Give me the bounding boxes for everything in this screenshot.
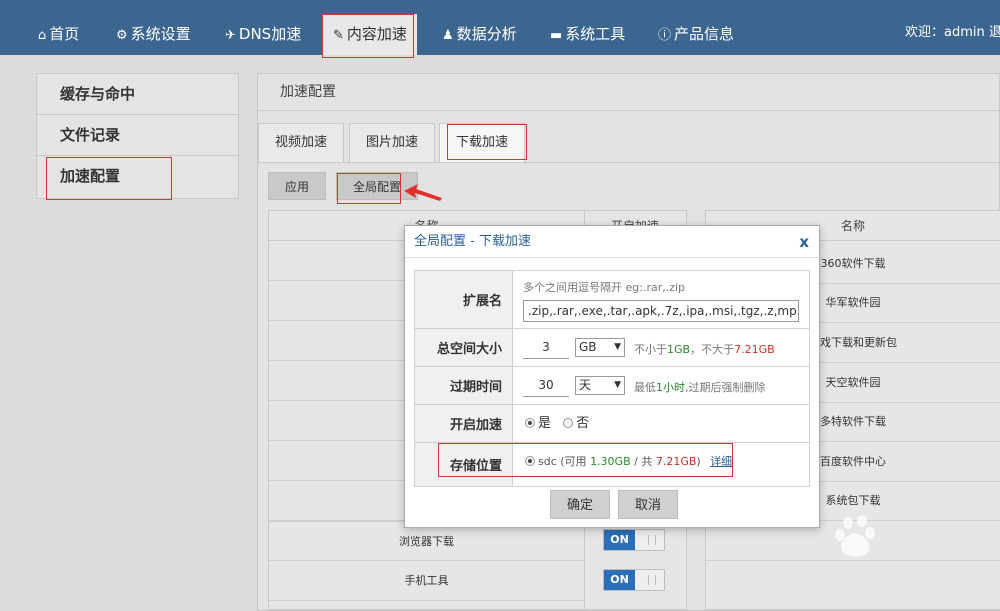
nav-item-product-info[interactable]: ⓘ 产品信息 xyxy=(658,0,734,55)
form-row-expire: 过期时间 30 天 ▼ 最低1小时,过期后强制删除 xyxy=(415,367,809,405)
user-chart-icon: ♟ xyxy=(442,28,454,43)
storage-total-pre: / 共 xyxy=(630,455,656,468)
table-row-phone-tools: 手机工具 xyxy=(269,561,584,601)
sidebar-item-acceleration-config[interactable]: 加速配置 xyxy=(37,156,238,197)
space-label: 总空间大小 xyxy=(415,329,513,366)
enable-yes-label: 是 xyxy=(538,416,552,431)
top-nav: ⌂ 首页 ⚙ 系统设置 ✈ DNS加速 ✎ 内容加速 ♟ 数据分析 ▬ 系统工具 ⓘ 产品信息… xyxy=(0,0,1000,55)
form-row-enable: 开启加速 是 否 xyxy=(415,405,809,443)
nav-item-content-acceleration[interactable]: ✎ 内容加速 xyxy=(323,14,417,55)
storage-avail-pre: (可用 xyxy=(560,455,591,468)
storage-avail: 1.30GB xyxy=(590,455,631,468)
expire-hint-pre: 最低 xyxy=(634,381,656,394)
grip-icon xyxy=(648,535,656,545)
gears-icon: ⚙ xyxy=(116,28,128,43)
space-input[interactable]: 3 xyxy=(523,337,569,359)
expire-unit-select[interactable]: 天 ▼ xyxy=(575,376,625,395)
nav-label: 首页 xyxy=(49,25,80,43)
expire-hint-post: ,过期后强制删除 xyxy=(685,381,766,394)
tab-download[interactable]: 下载加速 xyxy=(439,123,526,162)
toggle-switch[interactable]: ON xyxy=(603,529,665,551)
space-hint-pre: 不小于 xyxy=(634,343,667,356)
extension-input[interactable]: .zip,.rar,.exe,.tar,.apk,.7z,.ipa,.msi,.… xyxy=(523,300,799,322)
global-config-dialog: 全局配置 - 下载加速 x 扩展名 多个之间用逗号隔开 eg:.rar,.zip… xyxy=(404,225,820,528)
enable-no-option[interactable]: 否 xyxy=(563,416,589,431)
config-form: 扩展名 多个之间用逗号隔开 eg:.rar,.zip .zip,.rar,.ex… xyxy=(414,270,810,487)
nav-label: 系统工具 xyxy=(565,25,626,43)
storage-total: 7.21GB xyxy=(655,455,697,468)
nav-item-data-analysis[interactable]: ♟ 数据分析 xyxy=(442,0,517,55)
form-row-extension: 扩展名 多个之间用逗号隔开 eg:.rar,.zip .zip,.rar,.ex… xyxy=(415,271,809,329)
radio-checked-icon xyxy=(525,418,535,428)
form-row-storage: 存储位置 sdc (可用 1.30GB / 共 7.21GB) 详细 xyxy=(415,443,809,486)
space-unit-select[interactable]: GB ▼ xyxy=(575,338,625,357)
toggle-on-label: ON xyxy=(604,570,635,590)
expire-label: 过期时间 xyxy=(415,367,513,404)
storage-label: 存储位置 xyxy=(415,443,513,486)
welcome-text[interactable]: 欢迎：admin 退 xyxy=(905,0,1000,55)
expire-unit-value: 天 xyxy=(579,378,592,392)
form-row-space: 总空间大小 3 GB ▼ 不小于1GB，不大于7.21GB xyxy=(415,329,809,367)
space-unit-value: GB xyxy=(579,340,597,354)
enable-label: 开启加速 xyxy=(415,405,513,442)
radio-icon xyxy=(563,418,574,428)
tab-video[interactable]: 视频加速 xyxy=(258,123,345,162)
expire-input[interactable]: 30 xyxy=(523,375,569,397)
briefcase-icon: ▬ xyxy=(550,28,563,43)
toggle-switch[interactable]: ON xyxy=(603,569,665,591)
space-hint-min: 1GB xyxy=(667,343,691,356)
storage-option-sdc[interactable]: sdc (可用 1.30GB / 共 7.21GB) xyxy=(525,455,701,468)
nav-label: 数据分析 xyxy=(456,25,517,43)
close-icon[interactable]: x xyxy=(799,226,809,258)
chevron-down-icon: ▼ xyxy=(614,380,621,390)
page-title: 加速配置 xyxy=(258,74,1000,111)
info-icon: ⓘ xyxy=(658,28,672,43)
tab-image[interactable]: 图片加速 xyxy=(349,123,436,162)
grip-icon xyxy=(648,575,656,585)
enable-no-label: 否 xyxy=(576,416,590,431)
sidebar: 缓存与命中 文件记录 加速配置 xyxy=(36,73,239,199)
storage-avail-post: ) xyxy=(696,455,701,468)
sidebar-item-cache[interactable]: 缓存与命中 xyxy=(37,74,238,115)
expire-hint-min: 1小时 xyxy=(656,381,685,394)
chevron-down-icon: ▼ xyxy=(614,342,621,352)
nav-item-system-tools[interactable]: ▬ 系统工具 xyxy=(550,0,625,55)
radio-checked-icon xyxy=(525,456,535,466)
nav-item-system-settings[interactable]: ⚙ 系统设置 xyxy=(116,0,191,55)
cancel-button[interactable]: 取消 xyxy=(618,490,679,519)
space-hint-mid: ，不大于 xyxy=(690,343,735,356)
storage-detail-link[interactable]: 详细 xyxy=(710,455,732,468)
space-hint-max: 7.21GB xyxy=(734,343,775,356)
ok-button[interactable]: 确定 xyxy=(550,490,611,519)
nav-label: 系统设置 xyxy=(130,25,191,43)
nav-label: 内容加速 xyxy=(346,25,407,43)
extension-label: 扩展名 xyxy=(415,271,513,328)
extension-hint: 多个之间用逗号隔开 eg:.rar,.zip xyxy=(523,281,686,294)
apply-button[interactable]: 应用 xyxy=(268,172,327,200)
nav-item-dns[interactable]: ✈ DNS加速 xyxy=(225,0,301,55)
arrow-icon xyxy=(404,184,442,201)
nav-label: DNS加速 xyxy=(238,25,302,43)
enable-yes-option[interactable]: 是 xyxy=(525,416,551,431)
nav-item-home[interactable]: ⌂ 首页 xyxy=(38,0,79,55)
dialog-title: 全局配置 - 下载加速 xyxy=(405,226,819,258)
baidu-watermark-logo xyxy=(835,515,875,557)
edit-icon: ✎ xyxy=(333,28,344,43)
storage-disk: sdc xyxy=(538,455,557,468)
home-icon: ⌂ xyxy=(38,28,47,43)
expire-hint: 最低1小时,过期后强制删除 xyxy=(634,379,766,395)
sidebar-item-file-log[interactable]: 文件记录 xyxy=(37,115,238,156)
tab-divider xyxy=(258,162,1000,163)
space-hint: 不小于1GB，不大于7.21GB xyxy=(634,341,775,357)
paper-plane-icon: ✈ xyxy=(225,28,236,43)
toggle-on-label: ON xyxy=(604,530,635,550)
nav-label: 产品信息 xyxy=(674,25,735,43)
